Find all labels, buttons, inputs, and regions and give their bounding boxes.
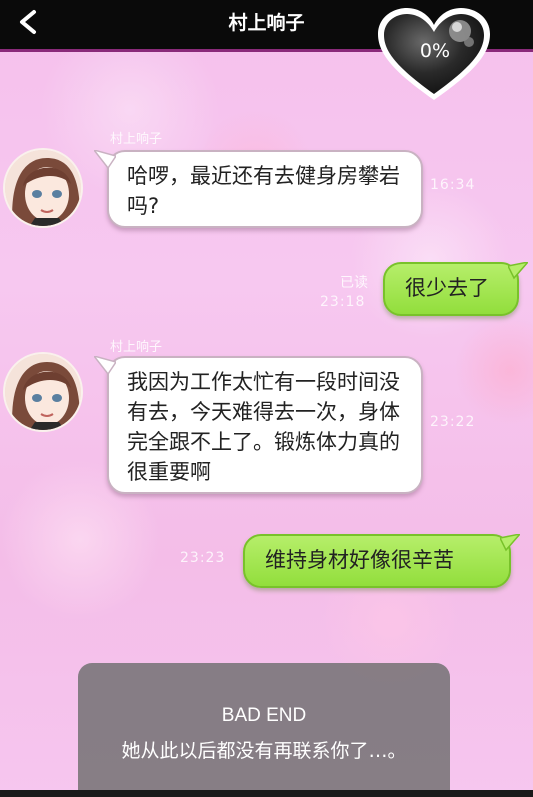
message-text: 哈啰，最近还有去健身房攀岩吗?: [127, 164, 400, 218]
message-time: 23:22: [430, 414, 476, 430]
message-text: 很少去了: [405, 276, 489, 300]
bubble-tail: [508, 262, 528, 280]
bubble-tail: [94, 356, 116, 376]
avatar[interactable]: [3, 352, 83, 432]
message-text: 维持身材好像很辛苦: [265, 548, 454, 572]
message-bubble-received: 我因为工作太忙有一段时间没有去，今天难得去一次，身体完全跟不上了。锻炼体力真的很…: [107, 356, 423, 494]
ending-panel[interactable]: BAD END 她从此以后都没有再联系你了…。: [78, 663, 450, 797]
message-bubble-received: 哈啰，最近还有去健身房攀岩吗?: [107, 150, 423, 228]
sender-name: 村上响子: [110, 340, 163, 355]
ending-text: 她从此以后都没有再联系你了…。: [121, 740, 407, 762]
message-bubble-sent: 很少去了: [383, 262, 519, 316]
message-time: 23:23: [180, 550, 226, 566]
message-time: 23:18: [320, 294, 366, 310]
bubble-tail: [500, 534, 520, 552]
ending-title: BAD END: [221, 705, 307, 726]
affection-percent: 0%: [419, 40, 451, 62]
sender-name: 村上响子: [110, 132, 163, 147]
bottom-bar: [0, 790, 533, 797]
read-status: 已读: [340, 275, 368, 291]
bubble-tail: [94, 150, 116, 170]
message-time: 16:34: [430, 177, 476, 193]
message-text: 我因为工作太忙有一段时间没有去，今天难得去一次，身体完全跟不上了。锻炼体力真的很…: [127, 370, 400, 484]
message-bubble-sent: 维持身材好像很辛苦: [243, 534, 511, 588]
avatar[interactable]: [3, 148, 83, 228]
